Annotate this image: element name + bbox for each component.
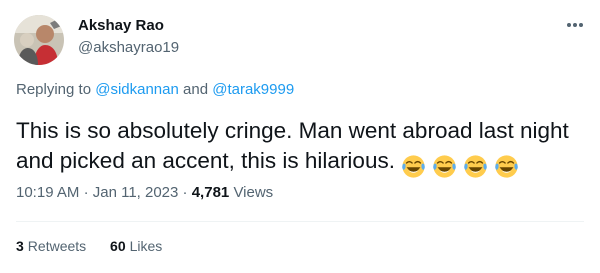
- author-name[interactable]: Akshay Rao: [78, 17, 164, 34]
- more-options-button[interactable]: [560, 12, 590, 34]
- divider: [16, 221, 584, 222]
- retweets-count: 3: [16, 238, 24, 254]
- face-with-tears-of-joy-icon: [463, 154, 488, 179]
- author-handle[interactable]: @akshayrao19: [78, 39, 179, 56]
- views-label: Views: [233, 184, 274, 201]
- more-dots-icon: [567, 23, 583, 27]
- face-with-tears-of-joy-icon: [494, 154, 519, 179]
- meta-separator: ·: [83, 184, 89, 201]
- mention-link-sidkannan[interactable]: @sidkannan: [95, 81, 179, 98]
- replying-to-label: Replying to: [16, 81, 92, 98]
- face-with-tears-of-joy-icon: [401, 154, 426, 179]
- avatar-photo: [14, 15, 64, 65]
- likes-link[interactable]: 60 Likes: [110, 238, 162, 254]
- replying-to-line: Replying to @sidkannan and @tarak9999: [16, 81, 294, 98]
- views-count: 4,781: [191, 184, 230, 201]
- tweet-meta: 10:19 AM · Jan 11, 2023 · 4,781 Views: [16, 184, 273, 201]
- engagement-stats: 3 Retweets 60 Likes: [16, 238, 182, 254]
- likes-count: 60: [110, 238, 126, 254]
- mention-link-tarak9999[interactable]: @tarak9999: [212, 81, 294, 98]
- tweet-date[interactable]: Jan 11, 2023: [93, 184, 179, 201]
- tweet-time[interactable]: 10:19 AM: [16, 184, 79, 201]
- retweets-link[interactable]: 3 Retweets: [16, 238, 86, 254]
- replying-to-joiner: and: [183, 81, 209, 98]
- retweets-label: Retweets: [27, 238, 87, 254]
- face-with-tears-of-joy-icon: [432, 154, 457, 179]
- meta-separator: ·: [182, 184, 188, 201]
- emoji-group: [401, 150, 525, 180]
- likes-label: Likes: [129, 238, 163, 254]
- tweet-body: This is so absolutely cringe. Man went a…: [16, 116, 591, 180]
- avatar[interactable]: [14, 15, 64, 65]
